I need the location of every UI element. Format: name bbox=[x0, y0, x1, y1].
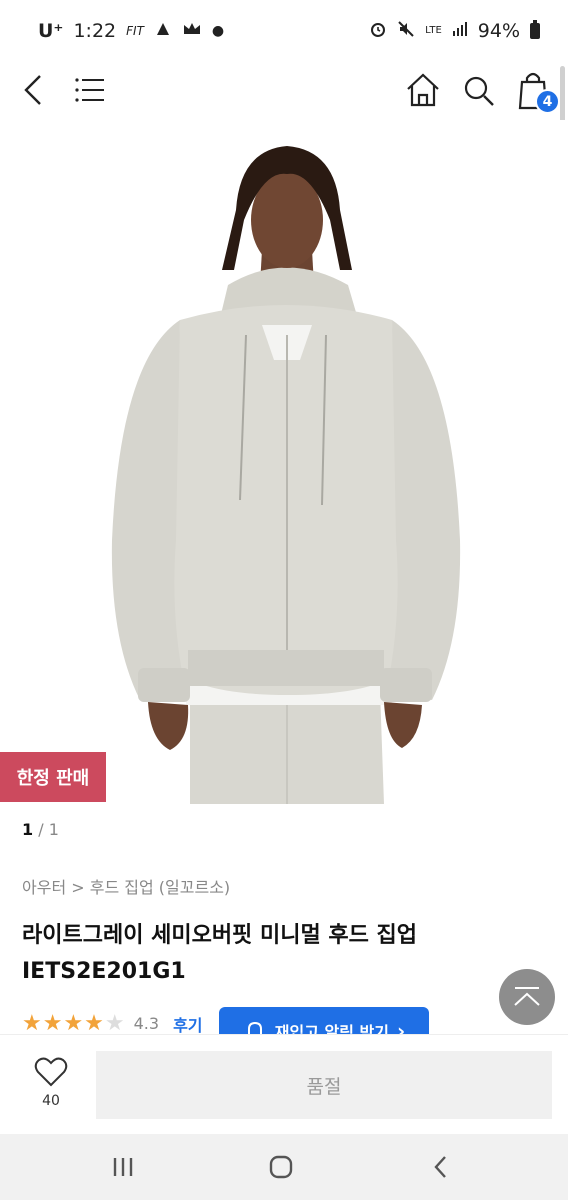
signal-icon bbox=[452, 20, 468, 42]
crown-icon bbox=[182, 20, 202, 42]
rating-value: 4.3 bbox=[133, 1014, 160, 1033]
product-code: IETS2E201G1 bbox=[22, 959, 186, 984]
product-title: 라이트그레이 세미오버핏 미니멀 후드 집업 IETS2E201G1 bbox=[22, 918, 522, 990]
back-icon[interactable] bbox=[18, 70, 52, 110]
bottom-action-bar: 40 품절 bbox=[0, 1034, 568, 1134]
review-link[interactable]: 후기 bbox=[173, 1012, 202, 1036]
limited-sale-badge: 한정 판매 bbox=[0, 752, 106, 802]
image-pager: 1 / 1 bbox=[22, 820, 59, 839]
carrier-label: U⁺ bbox=[38, 20, 64, 42]
system-nav-bar bbox=[0, 1134, 568, 1200]
clock: 1:22 bbox=[73, 20, 117, 42]
home-icon[interactable] bbox=[404, 70, 442, 110]
rating-stars: ★★★★★ bbox=[22, 1011, 126, 1036]
scroll-to-top-button[interactable] bbox=[499, 969, 555, 1025]
network-label: LTE bbox=[425, 25, 442, 36]
wishlist-button[interactable]: 40 bbox=[26, 1057, 76, 1117]
cart-icon[interactable]: 4 bbox=[514, 68, 560, 114]
recent-apps-icon[interactable] bbox=[110, 1154, 136, 1180]
menu-icon[interactable] bbox=[72, 72, 108, 108]
fit-label: FIT bbox=[126, 24, 144, 38]
pager-current: 1 bbox=[22, 820, 34, 839]
system-back-icon[interactable] bbox=[428, 1154, 454, 1180]
rating-row: ★★★★★ 4.3 후기 bbox=[22, 1011, 203, 1036]
top-nav: 4 bbox=[0, 62, 568, 118]
alarm-icon bbox=[369, 20, 387, 43]
heart-icon bbox=[34, 1057, 68, 1087]
system-home-icon[interactable] bbox=[268, 1154, 294, 1180]
status-bar: U⁺ 1:22 FIT ● LTE 94% bbox=[0, 0, 568, 62]
mute-icon bbox=[397, 20, 415, 43]
cart-count-badge: 4 bbox=[535, 89, 560, 114]
product-image bbox=[0, 120, 568, 804]
search-icon[interactable] bbox=[460, 70, 498, 110]
breadcrumb[interactable]: 아우터 > 후드 집업 (일꼬르소) bbox=[22, 874, 230, 898]
scroll-up-icon bbox=[514, 987, 540, 1006]
soldout-button: 품절 bbox=[96, 1051, 552, 1119]
notification-icon bbox=[154, 20, 172, 43]
battery-icon bbox=[530, 20, 540, 39]
battery-percent: 94% bbox=[477, 20, 520, 42]
product-name: 라이트그레이 세미오버핏 미니멀 후드 집업 bbox=[22, 923, 417, 948]
pager-total: / 1 bbox=[33, 820, 59, 839]
wishlist-count: 40 bbox=[42, 1093, 60, 1109]
dot-icon: ● bbox=[211, 23, 225, 39]
